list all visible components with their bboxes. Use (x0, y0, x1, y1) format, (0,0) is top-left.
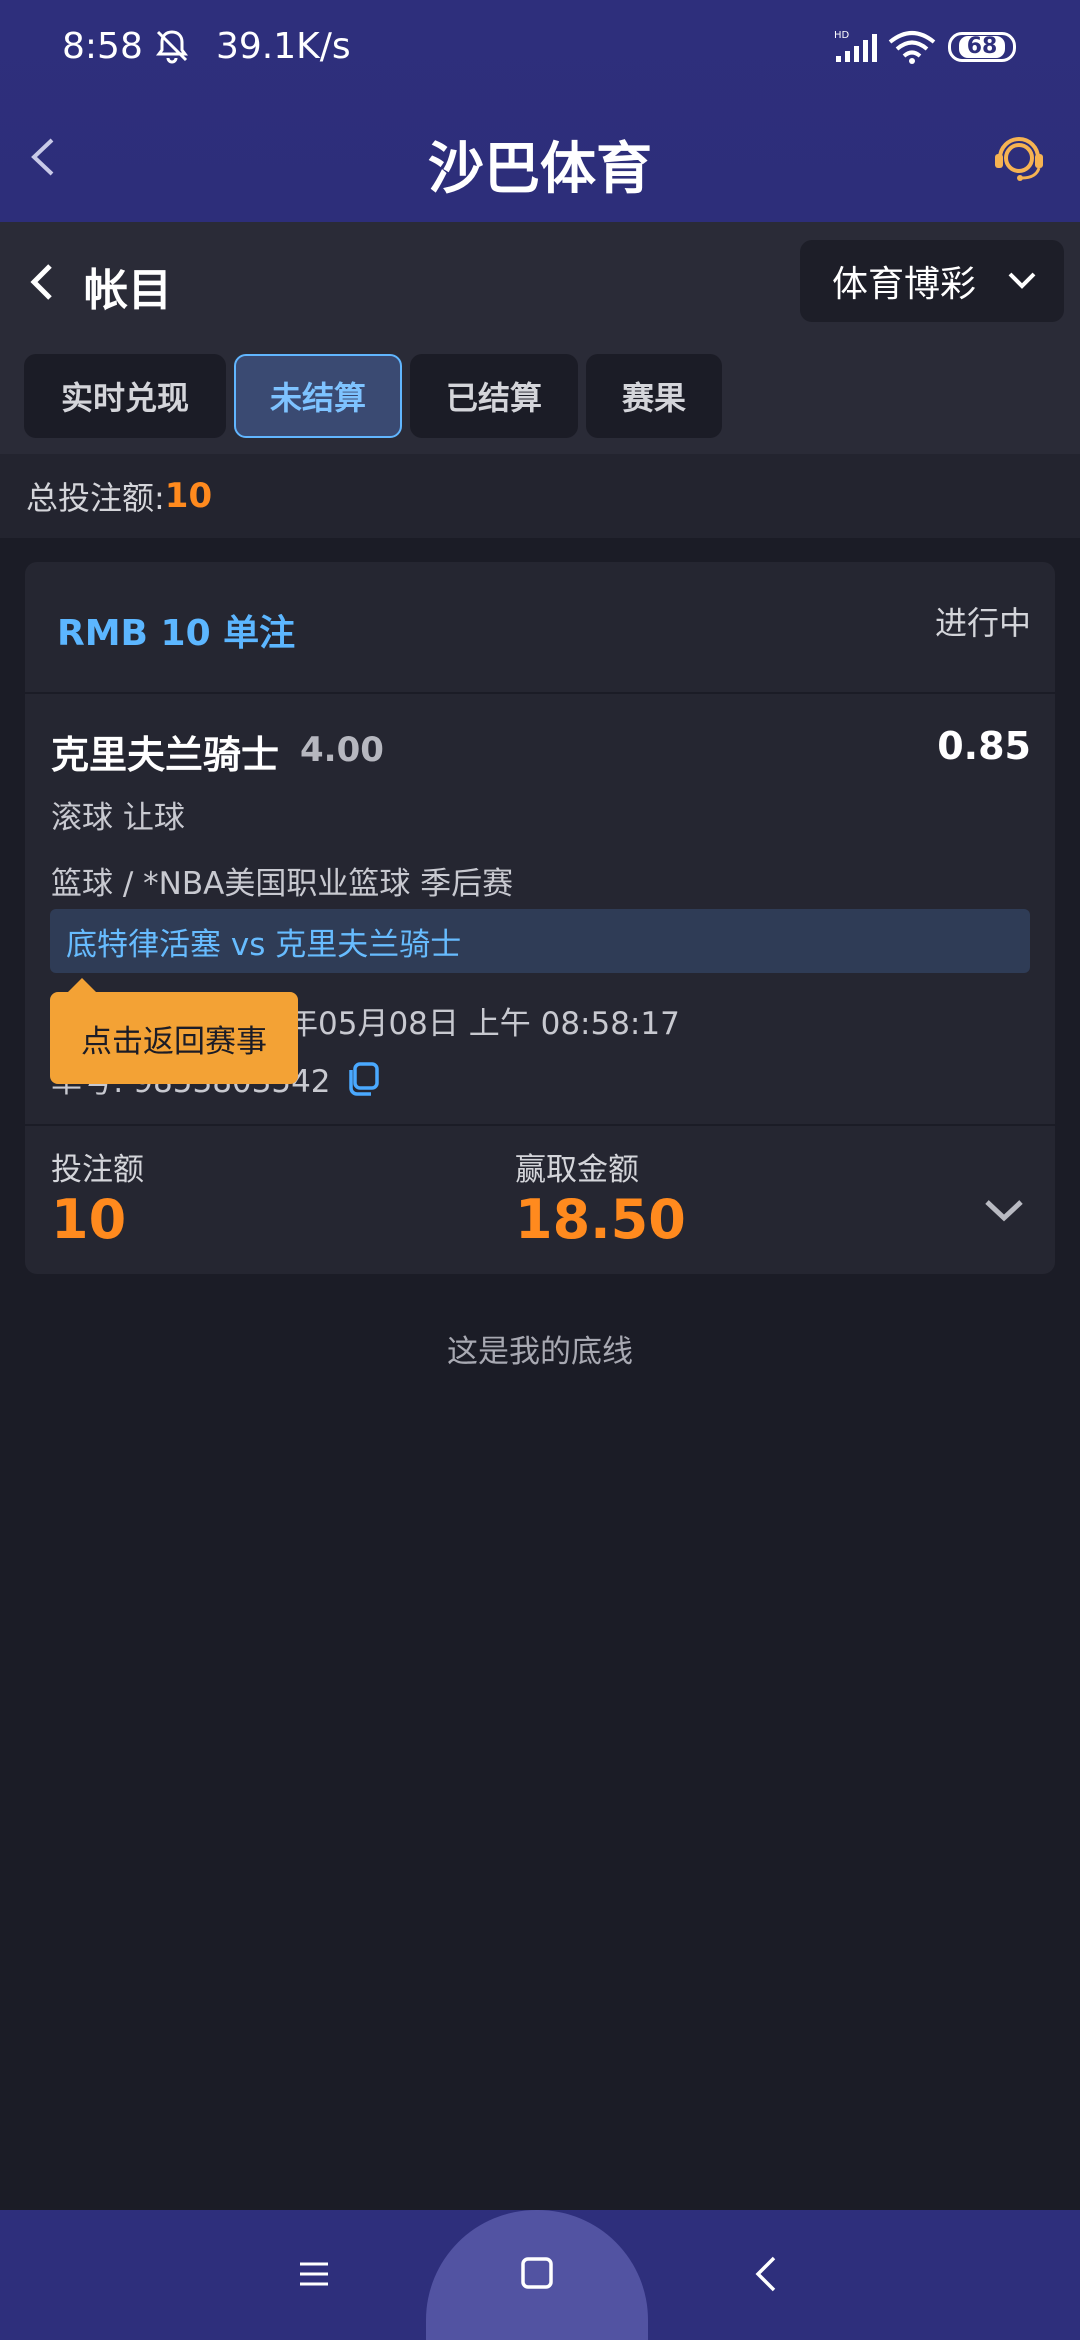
sport-dropdown[interactable]: 体育博彩 (800, 240, 1064, 322)
account-title: 帐目 (84, 265, 172, 316)
back-icon[interactable] (752, 2254, 780, 2294)
bet-status: 进行中 (934, 604, 1031, 642)
bet-time: 年05月08日 上午 08:58:17 (287, 1006, 680, 1042)
stake-value: 10 (51, 1188, 127, 1251)
sport-dropdown-label: 体育博彩 (832, 264, 977, 305)
status-bar: 8:58 39.1K/s HD 68 (0, 0, 1080, 96)
copy-icon[interactable] (343, 1060, 381, 1098)
bet-card-header: RMB 10 单注 进行中 (25, 562, 1055, 694)
chevron-down-icon (1008, 272, 1036, 289)
bet-card-footer: 投注额 10 赢取金额 18.50 (25, 1124, 1055, 1274)
selection-name: 克里夫兰骑士 (51, 733, 280, 777)
bet-card: RMB 10 单注 进行中 克里夫兰骑士 4.00 0.85 滚球 让球 篮球 … (25, 562, 1055, 1274)
signal-hd-label: HD (834, 30, 850, 41)
end-of-list-note: 这是我的底线 (447, 1334, 633, 1370)
app-header: 8:58 39.1K/s HD 68 沙巴体育 (0, 0, 1080, 222)
total-stake-value: 10 (164, 476, 213, 516)
status-time: 8:58 (62, 26, 143, 67)
system-nav-bar (0, 2210, 1080, 2340)
tab-unsettled[interactable]: 未结算 (234, 354, 402, 438)
network-speed: 39.1K/s (216, 26, 351, 67)
bet-tabs: 实时兑现 未结算 已结算 赛果 (24, 354, 722, 438)
customer-service-icon[interactable] (990, 128, 1048, 186)
bet-title: RMB 10 单注 (57, 613, 296, 654)
win-label: 赢取金额 (515, 1152, 639, 1188)
league-name: 篮球 / *NBA美国职业篮球 季后赛 (51, 866, 514, 902)
back-to-match-tooltip[interactable]: 点击返回赛事 (50, 978, 298, 1084)
match-link[interactable]: 底特律活塞 vs 克里夫兰骑士 (50, 909, 1030, 973)
app-title: 沙巴体育 (428, 137, 652, 202)
wifi-icon (888, 31, 936, 64)
chevron-down-icon[interactable] (983, 1196, 1025, 1226)
bell-off-icon (156, 30, 188, 64)
tab-cashout[interactable]: 实时兑现 (24, 354, 226, 438)
tab-settled[interactable]: 已结算 (410, 354, 578, 438)
win-value: 18.50 (515, 1188, 686, 1251)
account-section: 帐目 体育博彩 实时兑现 未结算 已结算 赛果 (0, 222, 1080, 454)
selection-odds: 4.00 (300, 730, 384, 770)
selection-handicap: 0.85 (937, 724, 1031, 768)
total-stake-label: 总投注额: (26, 479, 165, 517)
bet-type: 滚球 让球 (51, 800, 185, 836)
tab-results[interactable]: 赛果 (586, 354, 722, 438)
home-icon[interactable] (518, 2254, 556, 2292)
total-stake-bar: 总投注额: 10 (0, 454, 1080, 538)
battery-level: 68 (958, 36, 1006, 58)
stake-label: 投注额 (51, 1152, 144, 1188)
back-chevron-icon[interactable] (26, 258, 58, 306)
app-bar: 沙巴体育 (0, 96, 1080, 222)
battery-icon: 68 (948, 32, 1016, 62)
menu-icon[interactable] (296, 2256, 332, 2292)
signal-icon: HD (834, 30, 877, 62)
